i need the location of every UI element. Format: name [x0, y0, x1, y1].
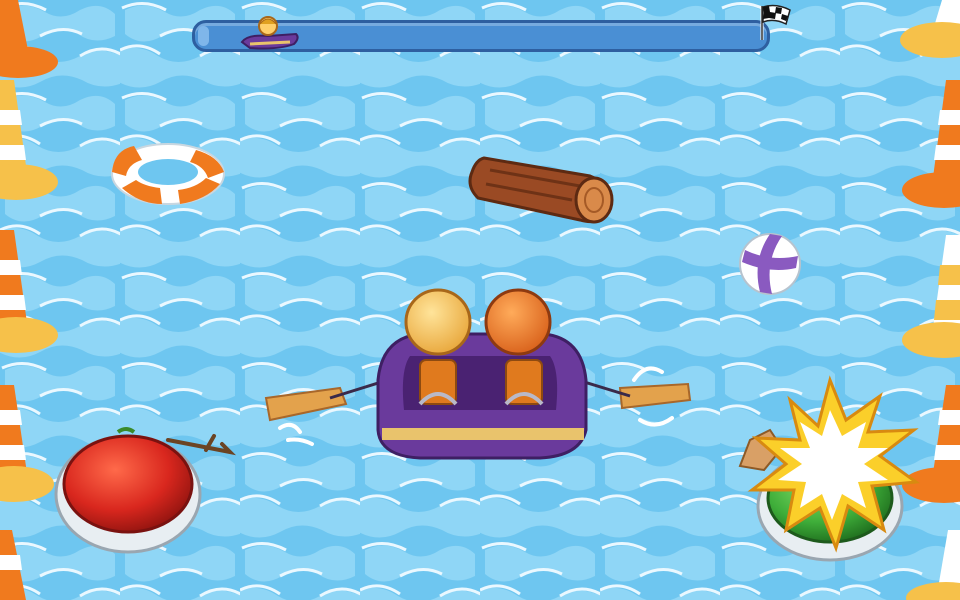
rider-head-orange [484, 288, 552, 356]
game-scene: red-round-button-icon green-round-button… [0, 0, 960, 600]
life-ring-icon [111, 143, 225, 205]
checkered-flag-icon [760, 4, 791, 40]
race-progress-bar [192, 4, 791, 52]
boat-marker-icon [240, 16, 299, 50]
beach-ball-icon [739, 233, 801, 295]
progress-fill [198, 26, 209, 46]
rider-head-yellow [404, 288, 472, 356]
